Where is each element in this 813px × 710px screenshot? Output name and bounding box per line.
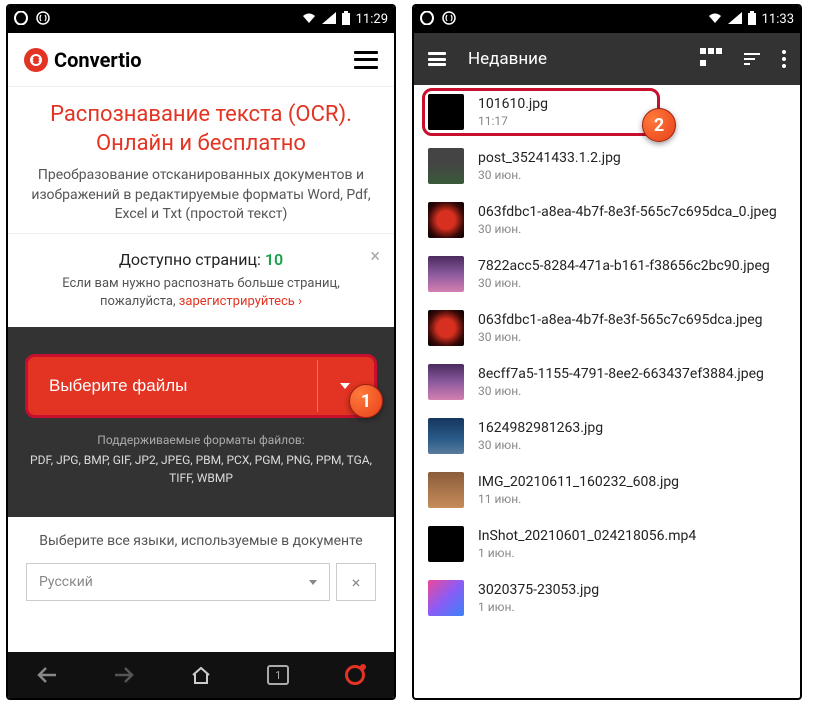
file-thumbnail — [428, 256, 464, 292]
menu-button[interactable] — [354, 51, 378, 69]
convertio-logo[interactable]: Convertio — [24, 48, 142, 72]
file-date: 1 июн. — [478, 600, 786, 614]
file-thumbnail — [428, 526, 464, 562]
file-name: 1624982981263.jpg — [478, 420, 786, 436]
file-name: 7822acc5-8284-471a-b161-f38656c2bc90.jpe… — [478, 258, 786, 274]
file-date: 30 июн. — [478, 276, 786, 290]
filepicker-header: Недавние — [414, 33, 800, 85]
browser-bottom-nav: 1 — [8, 652, 394, 698]
file-name: 3020375-23053.jpg — [478, 582, 786, 598]
file-item[interactable]: 7822acc5-8284-471a-b161-f38656c2bc90.jpe… — [424, 247, 790, 301]
opera-status-icon — [420, 11, 434, 29]
file-thumbnail — [428, 148, 464, 184]
status-time: 11:29 — [356, 12, 388, 27]
file-item[interactable]: 1624982981263.jpg 30 июн. — [424, 409, 790, 463]
hero-section: Распознавание текста (OCR). Онлайн и бес… — [8, 87, 394, 233]
status-bar: 11:33 — [414, 6, 800, 33]
file-date: 11:17 — [478, 114, 786, 128]
status-bar: 11:29 — [8, 6, 394, 33]
register-link[interactable]: зарегистрируйтесь › — [179, 294, 302, 309]
file-thumbnail — [428, 580, 464, 616]
formats-label: Поддерживаемые форматы файлов: — [28, 433, 374, 447]
file-thumbnail — [428, 202, 464, 238]
pages-title: Доступно страниц: 10 — [26, 250, 376, 269]
opera-icon — [345, 665, 365, 685]
forward-button[interactable] — [104, 655, 144, 695]
file-name: 063fdbc1-a8ea-4b7f-8e3f-565c7c695dca_0.j… — [478, 204, 786, 220]
file-item[interactable]: 3020375-23053.jpg 1 июн. — [424, 571, 790, 625]
file-thumbnail — [428, 418, 464, 454]
grid-view-icon[interactable] — [700, 48, 722, 70]
select-files-button[interactable]: Выберите файлы — [31, 360, 317, 412]
file-name: post_35241433.1.2.jpg — [478, 150, 786, 166]
language-section: Выберите все языки, используемые в докум… — [8, 517, 394, 617]
battery-icon — [747, 11, 757, 29]
file-date: 30 июн. — [478, 222, 786, 236]
file-item[interactable]: 063fdbc1-a8ea-4b7f-8e3f-565c7c695dca.jpe… — [424, 301, 790, 355]
select-files-group: Выберите файлы — [28, 357, 374, 415]
shazam-status-icon — [36, 11, 50, 29]
file-item[interactable]: 8ecff7a5-1155-4791-8ee2-663437ef3884.jpe… — [424, 355, 790, 409]
signal-icon — [322, 12, 336, 28]
tabs-button[interactable]: 1 — [258, 655, 298, 695]
language-select[interactable]: Русский — [26, 563, 330, 601]
file-thumbnail — [428, 94, 464, 130]
file-item[interactable]: 101610.jpg 11:17 — [424, 85, 790, 139]
battery-icon — [341, 11, 351, 29]
app-topbar: Convertio — [8, 33, 394, 87]
more-options-icon[interactable] — [782, 50, 786, 68]
file-date: 11 июн. — [478, 492, 786, 506]
step-badge-2: 2 — [642, 108, 676, 142]
language-label: Выберите все языки, используемые в докум… — [26, 533, 376, 549]
shazam-status-icon — [442, 11, 456, 29]
file-thumbnail — [428, 472, 464, 508]
step-badge-1: 1 — [349, 384, 383, 418]
pages-subtext: Если вам нужно распознать больше страниц… — [26, 275, 376, 311]
brand-text: Convertio — [54, 48, 142, 72]
formats-list: PDF, JPG, BMP, GIF, JP2, JPEG, PBM, PCX,… — [28, 451, 374, 487]
upload-area: Выберите файлы Поддерживаемые форматы фа… — [8, 327, 394, 517]
file-name: 063fdbc1-a8ea-4b7f-8e3f-565c7c695dca.jpe… — [478, 312, 786, 328]
hero-title: Распознавание текста (OCR). Онлайн и бес… — [26, 101, 376, 158]
file-item[interactable]: 063fdbc1-a8ea-4b7f-8e3f-565c7c695dca_0.j… — [424, 193, 790, 247]
file-thumbnail — [428, 364, 464, 400]
hero-subtitle: Преобразование отсканированных документо… — [26, 166, 376, 225]
pages-count: 10 — [265, 250, 283, 269]
wifi-icon — [301, 12, 317, 28]
home-button[interactable] — [181, 655, 221, 695]
status-time: 11:33 — [762, 12, 794, 27]
file-item[interactable]: post_35241433.1.2.jpg 30 июн. — [424, 139, 790, 193]
right-phone: 11:33 Недавние 101610.jpg 11:17 post_35241… — [412, 4, 802, 700]
language-clear-button[interactable]: × — [336, 563, 376, 601]
pages-available-box: × Доступно страниц: 10 Если вам нужно ра… — [8, 233, 394, 327]
sort-icon[interactable] — [744, 53, 760, 65]
file-date: 30 июн. — [478, 384, 786, 398]
file-name: 8ecff7a5-1155-4791-8ee2-663437ef3884.jpe… — [478, 366, 786, 382]
back-button[interactable] — [27, 655, 67, 695]
signal-icon — [728, 12, 742, 28]
file-item[interactable]: IMG_20210611_160232_608.jpg 11 июн. — [424, 463, 790, 517]
language-value: Русский — [39, 574, 93, 590]
file-date: 30 июн. — [478, 330, 786, 344]
filepicker-title: Недавние — [468, 49, 678, 69]
file-item[interactable]: InShot_20210601_024218056.mp4 1 июн. — [424, 517, 790, 571]
file-date: 30 июн. — [478, 168, 786, 182]
file-name: InShot_20210601_024218056.mp4 — [478, 528, 786, 544]
chevron-down-icon — [340, 383, 350, 389]
close-icon[interactable]: × — [370, 246, 380, 267]
file-thumbnail — [428, 310, 464, 346]
opera-status-icon — [14, 11, 28, 29]
drawer-button[interactable] — [428, 52, 446, 66]
opera-menu-button[interactable] — [335, 655, 375, 695]
wifi-icon — [707, 12, 723, 28]
file-name: IMG_20210611_160232_608.jpg — [478, 474, 786, 490]
file-date: 30 июн. — [478, 438, 786, 452]
left-phone: 11:29 Convertio Распознавание текста (OC… — [6, 4, 396, 700]
file-list: 101610.jpg 11:17 post_35241433.1.2.jpg 30 и… — [414, 85, 800, 625]
file-name: 101610.jpg — [478, 96, 786, 112]
chevron-down-icon — [309, 580, 317, 585]
file-date: 1 июн. — [478, 546, 786, 560]
logo-mark-icon — [24, 48, 48, 72]
